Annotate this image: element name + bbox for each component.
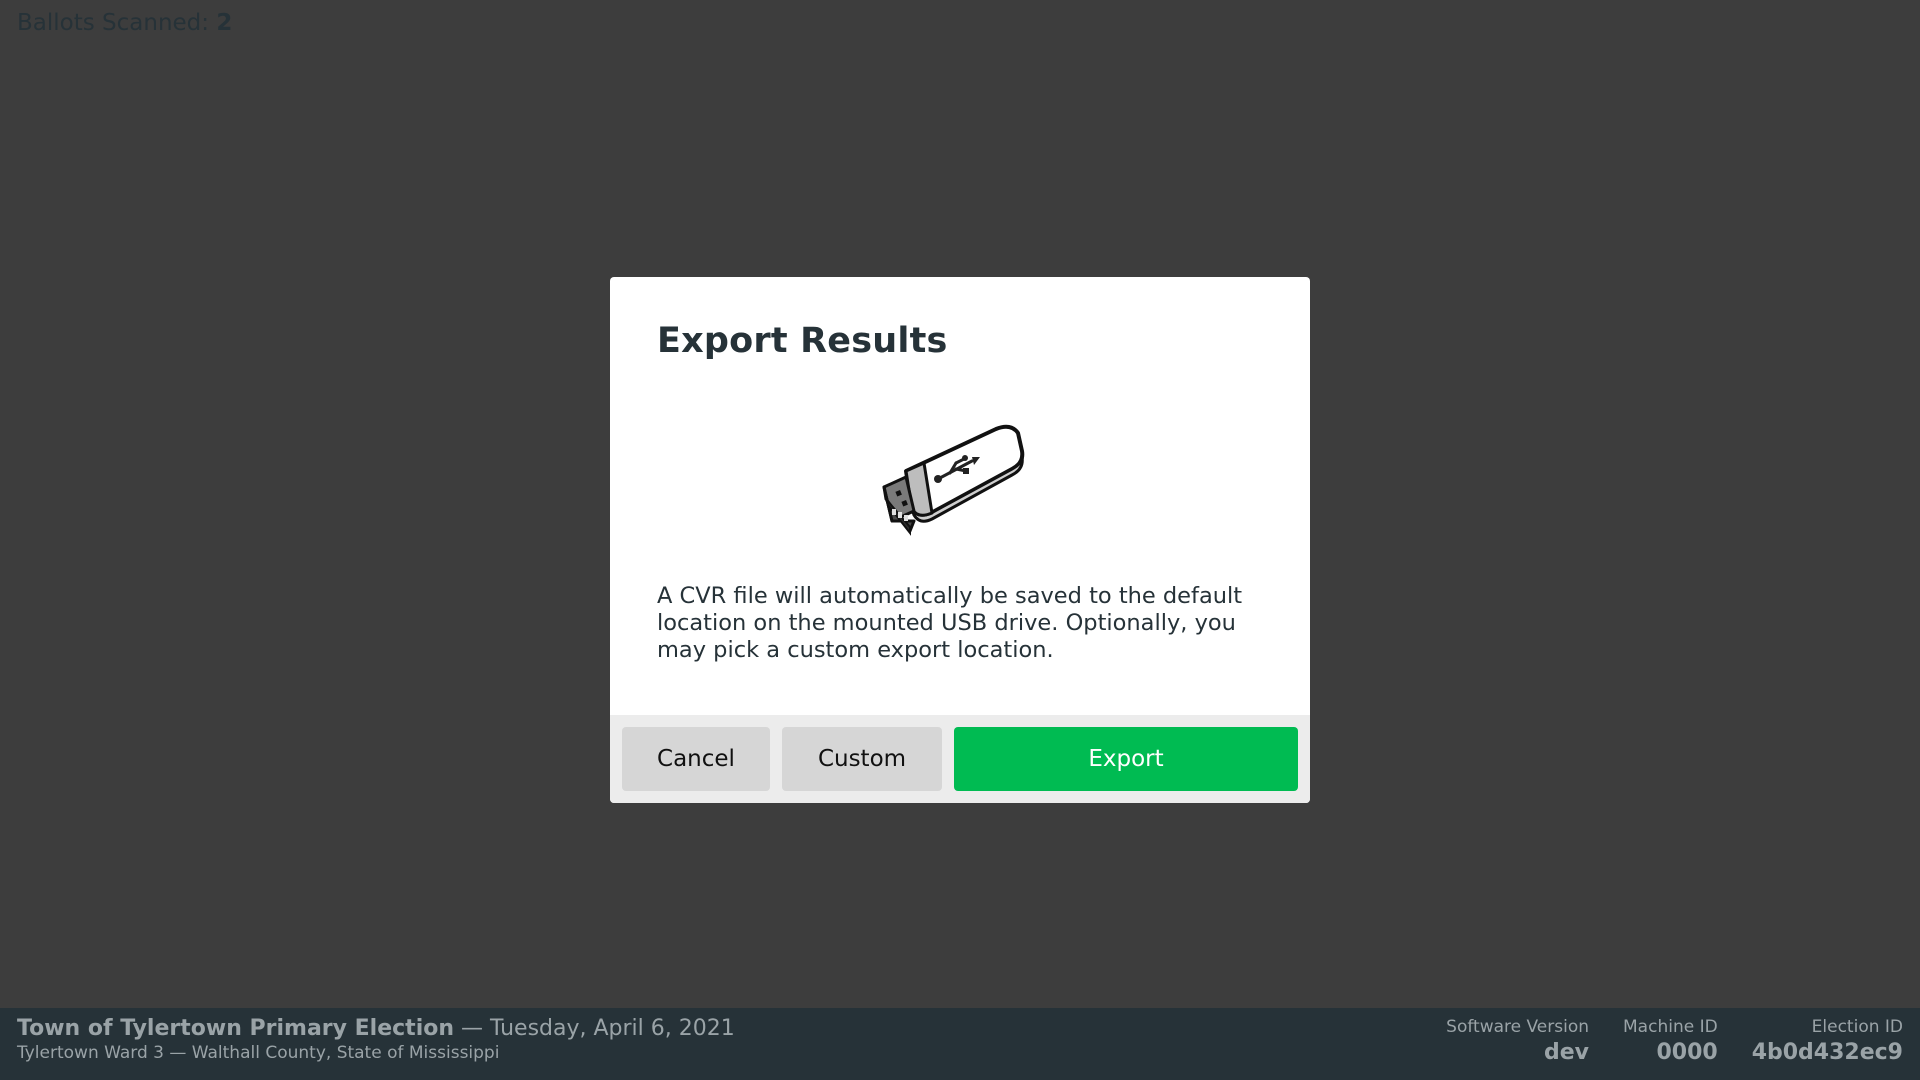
machine-id-value: 0000 xyxy=(1656,1040,1718,1065)
ballots-scanned-label: Ballots Scanned: xyxy=(17,10,210,36)
software-version: Software Version dev xyxy=(1446,1017,1589,1065)
election-info-bar: Town of Tylertown Primary Election — Tue… xyxy=(0,1008,1920,1080)
cancel-button[interactable]: Cancel xyxy=(622,727,770,791)
election-title: Town of Tylertown Primary Election xyxy=(17,1016,455,1041)
export-button[interactable]: Export xyxy=(954,727,1298,791)
modal-message: A CVR file will automatically be saved t… xyxy=(657,583,1243,663)
custom-button[interactable]: Custom xyxy=(782,727,942,791)
machine-id-label: Machine ID xyxy=(1623,1017,1718,1037)
election-title-line: Town of Tylertown Primary Election — Tue… xyxy=(17,1016,735,1041)
election-id-value: 4b0d432ec9 xyxy=(1751,1040,1903,1065)
election-id: Election ID 4b0d432ec9 xyxy=(1752,1017,1903,1065)
ballots-scanned-status: Ballots Scanned: 2 xyxy=(17,10,232,36)
software-version-value: dev xyxy=(1544,1040,1590,1065)
modal-actions: Cancel Custom Export xyxy=(610,715,1310,803)
usb-drive-icon xyxy=(657,421,1264,541)
machine-id: Machine ID 0000 xyxy=(1623,1017,1718,1065)
ballots-scanned-count: 2 xyxy=(216,10,233,36)
election-date: — Tuesday, April 6, 2021 xyxy=(454,1016,735,1041)
software-version-label: Software Version xyxy=(1446,1017,1590,1037)
modal-title: Export Results xyxy=(657,321,948,361)
election-id-label: Election ID xyxy=(1811,1017,1903,1037)
export-results-modal: Export Results A CVR file will automatic… xyxy=(610,277,1310,803)
precinct-info: Tylertown Ward 3 — Walthall County, Stat… xyxy=(17,1043,500,1063)
